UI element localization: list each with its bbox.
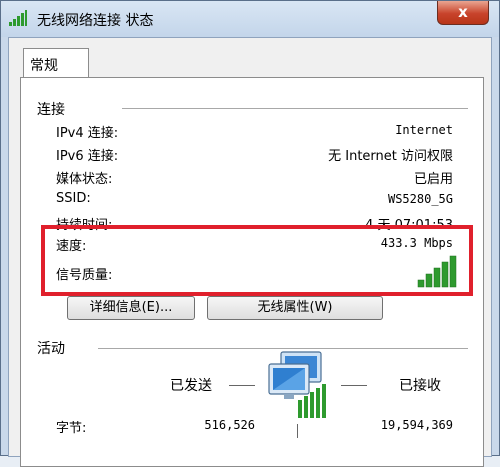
tab-general[interactable]: 常规 <box>23 48 89 78</box>
bytes-received-value: 19,594,369 <box>380 418 453 432</box>
details-button[interactable]: 详细信息(E)... <box>67 296 195 320</box>
title-bar[interactable]: 无线网络连接 状态 x <box>1 1 499 37</box>
network-computers-icon <box>268 351 326 418</box>
divider <box>122 108 468 109</box>
media-state-label: 媒体状态: <box>56 172 113 187</box>
bytes-sent-value: 516,526 <box>204 418 255 432</box>
activity-divider <box>297 424 298 438</box>
wireless-properties-button[interactable]: 无线属性(W) <box>207 296 383 320</box>
status-window: 无线网络连接 状态 x 常规 连接 IPv4 连接: Internet IPv6… <box>0 0 500 467</box>
sent-dash <box>229 385 255 386</box>
ssid-value: WS5280_5G <box>387 192 453 206</box>
received-dash <box>341 385 367 386</box>
connection-group-label: 连接 <box>37 102 65 118</box>
ssid-label: SSID: <box>56 191 91 206</box>
ipv6-value: 无 Internet 访问权限 <box>328 149 453 164</box>
speed-signal-highlight <box>41 225 473 296</box>
bytes-label: 字节: <box>56 421 87 436</box>
close-button[interactable]: x <box>437 1 489 25</box>
signal-bars-icon <box>9 10 27 26</box>
ipv4-label: IPv4 连接: <box>56 126 119 141</box>
received-label: 已接收 <box>399 378 441 394</box>
sent-label: 已发送 <box>170 378 212 394</box>
divider <box>98 348 468 349</box>
ipv4-value: Internet <box>395 123 453 137</box>
activity-group-label: 活动 <box>37 341 65 357</box>
media-state-value: 已启用 <box>413 172 453 187</box>
window-title: 无线网络连接 状态 <box>37 13 154 29</box>
ipv6-label: IPv6 连接: <box>56 149 119 164</box>
